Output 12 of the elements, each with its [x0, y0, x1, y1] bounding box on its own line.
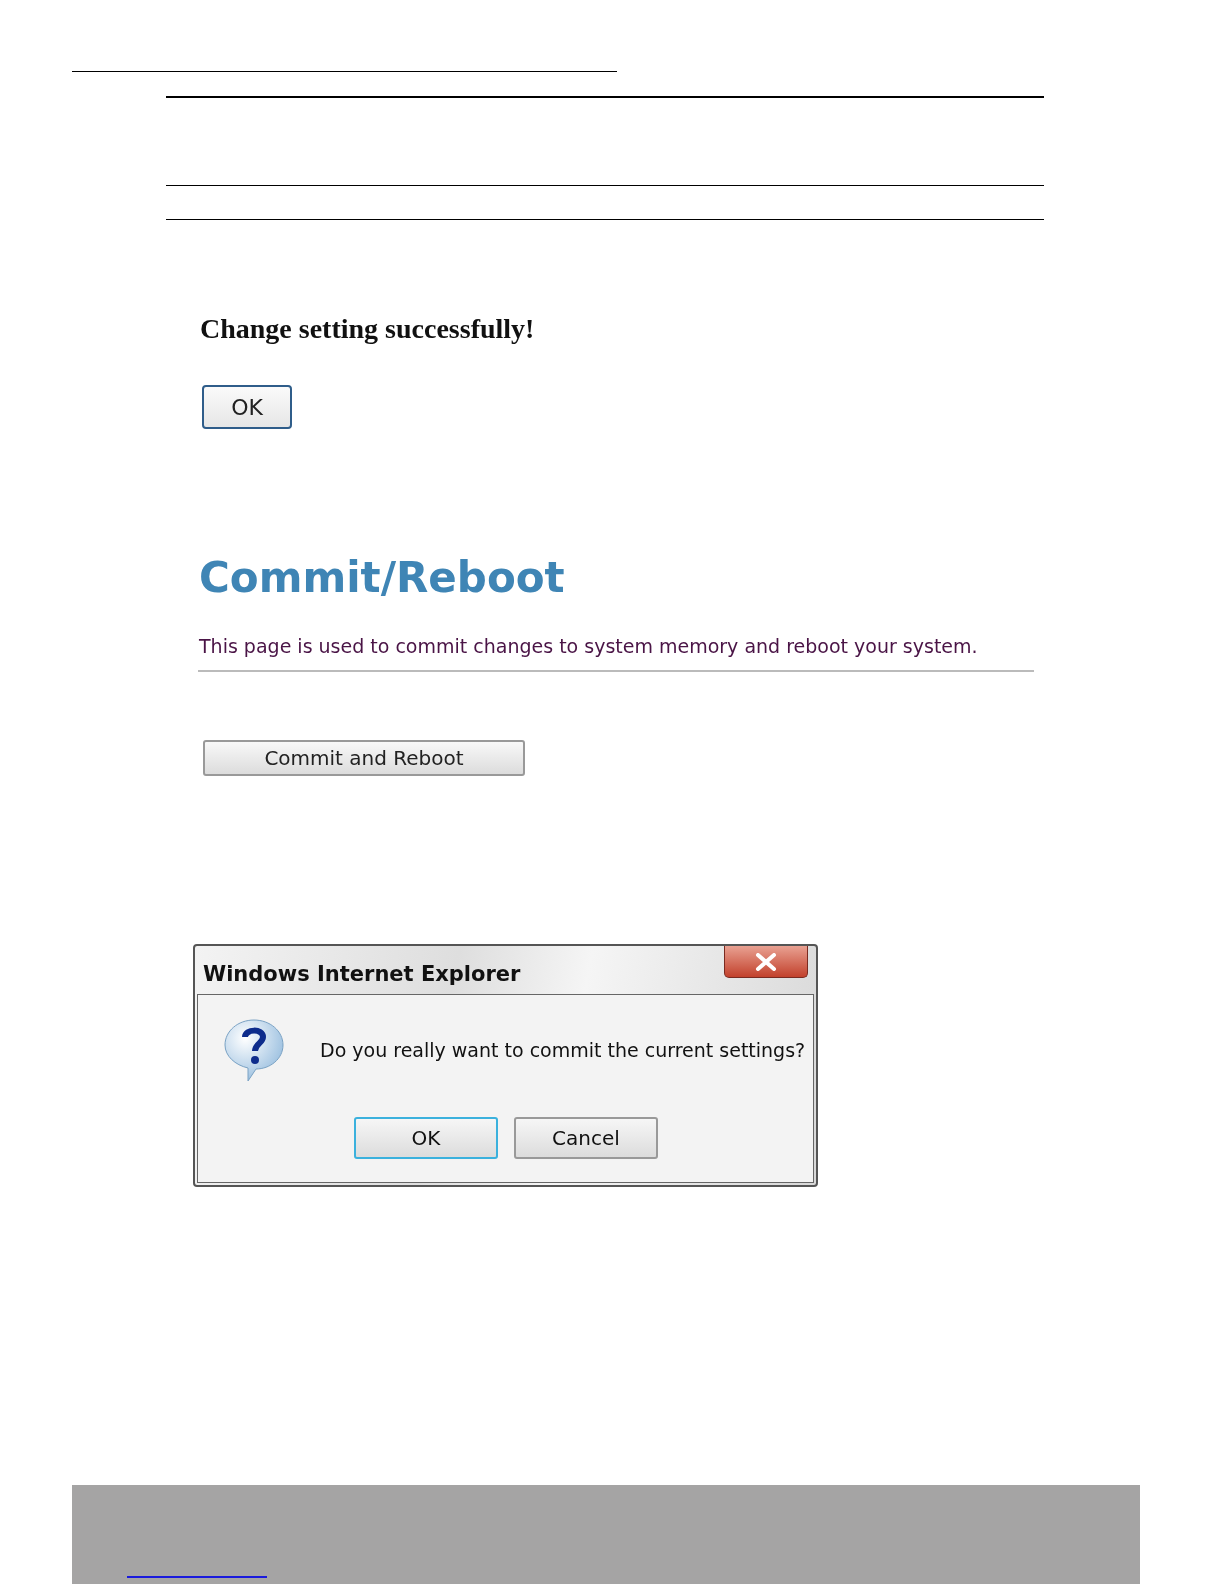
close-button[interactable] [724, 946, 808, 978]
ok-button[interactable]: OK [202, 385, 292, 429]
question-icon [222, 1017, 286, 1083]
close-icon [755, 952, 777, 971]
page-description: This page is used to commit changes to system memory and reboot your system. [199, 634, 979, 659]
commit-reboot-button[interactable]: Commit and Reboot [203, 740, 525, 776]
dialog-button[interactable]: OK [354, 1117, 498, 1159]
success-message: Change setting successfully! [200, 313, 535, 345]
page-title: Commit/Reboot [199, 553, 565, 602]
dialog-title: Windows Internet Explorer [203, 962, 521, 986]
dialog-message: Do you really want to commit the current settings? [320, 1039, 806, 1061]
dialog-button[interactable]: Cancel [514, 1117, 658, 1159]
